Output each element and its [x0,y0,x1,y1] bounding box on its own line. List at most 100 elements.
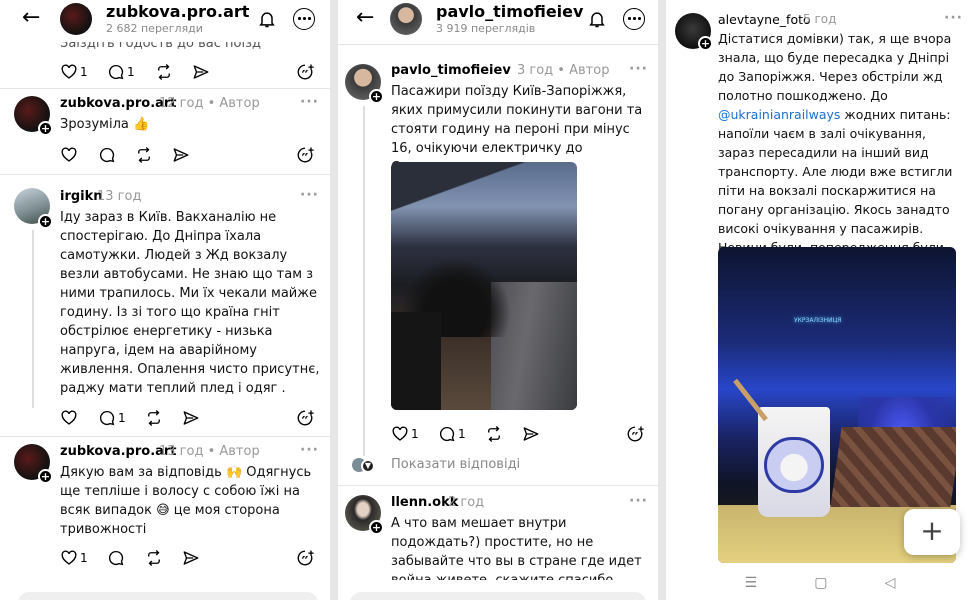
chevron-down-icon: ▼ [361,459,375,473]
more-dots-icon[interactable]: ··· [300,187,319,203]
new-post-button[interactable]: + [904,509,960,555]
heart-icon [60,146,78,164]
heart-icon [60,63,78,81]
follow-plus-icon[interactable]: + [698,36,713,51]
share-icon [172,146,190,164]
more-dots-icon[interactable]: ··· [629,493,648,509]
more-dots-icon[interactable]: ··· [300,94,319,110]
share-icon [182,549,200,567]
repost-icon [135,146,153,164]
repost-button[interactable] [485,424,503,444]
comment-count: 1 [458,427,466,441]
comment-button[interactable]: 1 [107,62,135,82]
share-button[interactable] [182,548,200,568]
back-nav-icon[interactable]: ◁ [885,575,896,591]
like-button[interactable]: 1 [391,424,419,444]
share-button[interactable] [522,424,540,444]
post-actions [60,145,320,167]
comment-icon [107,549,125,567]
heart-icon [60,549,78,567]
repost-button[interactable] [145,548,163,568]
share-button[interactable] [172,145,190,165]
username[interactable]: pavlo_timofieiev [391,63,511,78]
quote-icon [296,409,314,427]
follow-plus-icon[interactable]: + [38,121,53,136]
post-meta: 2 год [448,495,485,510]
like-button[interactable] [60,408,78,428]
comment-button[interactable]: 1 [98,408,126,428]
bell-icon[interactable] [587,8,607,30]
page-title: zubkova.pro.art [106,2,250,21]
repost-button[interactable] [145,408,163,428]
post-actions: 1 1 [60,62,320,84]
quote-icon [296,549,314,567]
reply-composer[interactable] [350,592,646,600]
username[interactable]: alevtayne_foto [718,12,811,27]
like-count: 1 [80,551,88,565]
post-actions: 1 [60,408,320,430]
back-arrow-icon[interactable]: ← [22,6,40,30]
repost-icon [485,425,503,443]
thread-panel-pavlo: ← pavlo_timofieiev 3 919 переглядів + pa… [338,0,658,600]
view-count: 2 682 перегляди [106,22,203,35]
page-title: pavlo_timofieiev [436,2,584,21]
quote-button[interactable] [296,145,314,165]
repost-button[interactable] [155,62,173,82]
post-text-part: Дістатися домівки) так, я ще вчора знала… [718,31,952,103]
post-actions: 1 [60,548,320,570]
share-button[interactable] [192,62,210,82]
like-button[interactable]: 1 [60,548,88,568]
thread-panel-alevtayne: + alevtayne_foto 5 год ··· Дістатися дом… [666,0,974,600]
show-replies-row[interactable]: ▼ Показати відповіді [352,456,642,476]
bell-icon[interactable] [257,8,277,30]
heart-icon [391,425,409,443]
quote-button[interactable] [296,62,314,82]
post-photo[interactable] [391,162,577,410]
avatar[interactable] [60,3,92,35]
cup-print [764,437,824,493]
recent-apps-icon[interactable]: ☰ [745,575,758,591]
home-icon[interactable]: ▢ [814,575,827,591]
thread-panel-zubkova: ← zubkova.pro.art 2 682 перегляди Заїзді… [0,0,330,600]
quote-button[interactable] [626,424,644,444]
thread-line [363,106,365,456]
post-text: Дякую вам за відповідь 🙌 Одягнусь ще теп… [60,465,312,537]
more-icon[interactable] [293,8,315,30]
like-button[interactable] [60,145,78,165]
avatar[interactable] [390,3,422,35]
repost-icon [155,63,173,81]
more-dots-icon[interactable]: ··· [629,61,648,77]
thread-header: ← zubkova.pro.art 2 682 перегляди [0,0,330,42]
quote-icon [626,425,644,443]
share-icon [182,409,200,427]
mention-link[interactable]: @ukrainianrailways [718,107,840,122]
repost-button[interactable] [135,145,153,165]
quote-button[interactable] [296,408,314,428]
thread-header: ← pavlo_timofieiev 3 919 переглядів [338,0,658,42]
back-arrow-icon[interactable]: ← [356,6,374,30]
system-nav-bar: ☰ ▢ ◁ [666,570,974,596]
comment-button[interactable] [98,145,116,165]
photo-sign-text: УКРЗАЛІЗНИЦЯ [794,317,842,324]
post-text: Іду зараз в Київ. Вакханалію не спостері… [60,210,320,396]
like-button[interactable]: 1 [60,62,88,82]
quote-button[interactable] [296,548,314,568]
share-icon [192,63,210,81]
more-icon[interactable] [623,8,645,30]
follow-plus-icon[interactable]: + [369,89,384,104]
view-count: 3 919 переглядів [436,22,536,35]
divider [338,44,658,45]
follow-plus-icon[interactable]: + [38,214,53,229]
follow-plus-icon[interactable]: + [38,469,53,484]
reply-composer[interactable] [18,592,318,600]
more-dots-icon[interactable]: ··· [300,442,319,458]
comment-button[interactable]: 1 [438,424,466,444]
quote-icon [296,146,314,164]
comment-icon [107,63,125,81]
more-dots-icon[interactable]: ··· [944,10,963,26]
divider [0,88,330,89]
share-button[interactable] [182,408,200,428]
repost-icon [145,549,163,567]
comment-button[interactable] [107,548,125,568]
follow-plus-icon[interactable]: + [369,520,384,535]
